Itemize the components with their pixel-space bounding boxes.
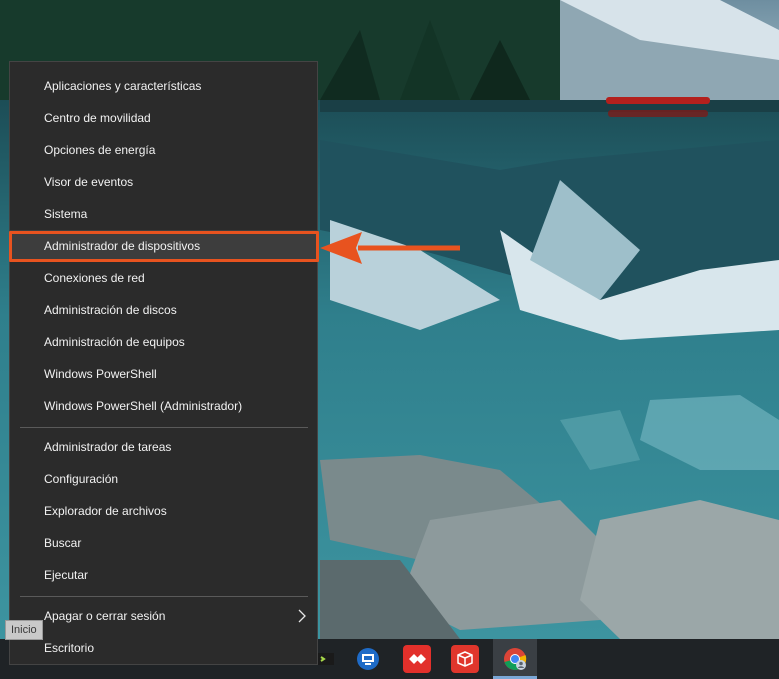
menu-item-label: Centro de movilidad (44, 111, 151, 125)
power-user-menu: Aplicaciones y características Centro de… (9, 61, 318, 665)
menu-item-label: Administración de equipos (44, 335, 185, 349)
menu-item-label: Windows PowerShell (Administrador) (44, 399, 243, 413)
menu-item-run[interactable]: Ejecutar (10, 559, 317, 591)
menu-item-file-explorer[interactable]: Explorador de archivos (10, 495, 317, 527)
menu-item-label: Ejecutar (44, 568, 89, 582)
menu-item-event-viewer[interactable]: Visor de eventos (10, 166, 317, 198)
menu-separator (20, 596, 308, 597)
menu-item-mobility-center[interactable]: Centro de movilidad (10, 102, 317, 134)
menu-item-powershell[interactable]: Windows PowerShell (10, 358, 317, 390)
anydesk-icon[interactable] (403, 645, 431, 673)
menu-item-computer-management[interactable]: Administración de equipos (10, 326, 317, 358)
annotation-arrow-icon (320, 232, 460, 264)
menu-item-search[interactable]: Buscar (10, 527, 317, 559)
menu-item-label: Escritorio (44, 641, 95, 655)
menu-item-label: Sistema (44, 207, 88, 221)
menu-item-disk-management[interactable]: Administración de discos (10, 294, 317, 326)
menu-item-label: Configuración (44, 472, 119, 486)
remote-desktop-icon[interactable] (354, 645, 382, 673)
3d-box-app-icon[interactable] (451, 645, 479, 673)
menu-item-network-connections[interactable]: Conexiones de red (10, 262, 317, 294)
menu-item-label: Administración de discos (44, 303, 177, 317)
menu-item-label: Aplicaciones y características (44, 79, 202, 93)
menu-separator (20, 427, 308, 428)
chevron-right-icon (298, 609, 306, 623)
menu-item-power-options[interactable]: Opciones de energía (10, 134, 317, 166)
menu-item-task-manager[interactable]: Administrador de tareas (10, 431, 317, 463)
menu-item-desktop[interactable]: Escritorio (10, 632, 317, 664)
menu-item-label: Visor de eventos (44, 175, 134, 189)
menu-item-apps-features[interactable]: Aplicaciones y características (10, 70, 317, 102)
menu-item-label: Administrador de tareas (44, 440, 172, 454)
menu-item-label: Conexiones de red (44, 271, 145, 285)
chrome-icon[interactable] (501, 645, 529, 673)
menu-item-shutdown-signout[interactable]: Apagar o cerrar sesión (10, 600, 317, 632)
menu-item-system[interactable]: Sistema (10, 198, 317, 230)
start-tooltip: Inicio (5, 620, 43, 640)
menu-item-settings[interactable]: Configuración (10, 463, 317, 495)
menu-item-label: Buscar (44, 536, 82, 550)
menu-item-powershell-admin[interactable]: Windows PowerShell (Administrador) (10, 390, 317, 422)
menu-item-label: Windows PowerShell (44, 367, 157, 381)
highlight-box (9, 231, 319, 262)
menu-item-label: Explorador de archivos (44, 504, 167, 518)
tooltip-text: Inicio (11, 624, 37, 636)
menu-item-label: Opciones de energía (44, 143, 156, 157)
